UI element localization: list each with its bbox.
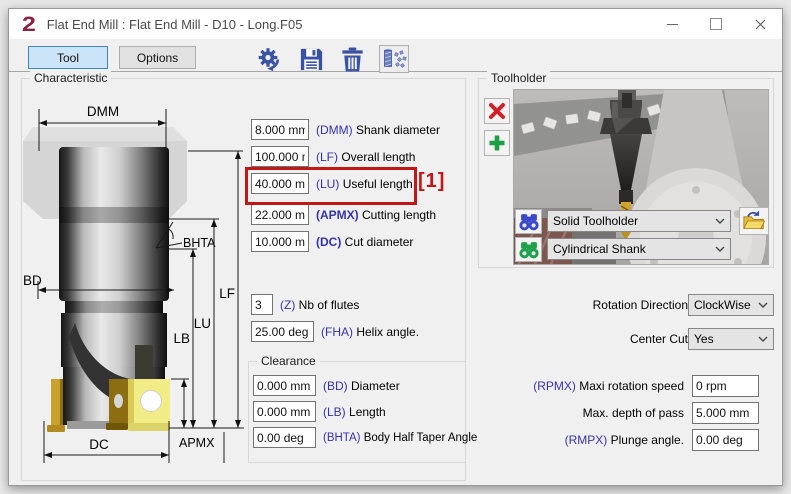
toolbar: Tool Options — [9, 39, 782, 72]
diagram-label-apmx: APMX — [179, 436, 215, 450]
close-button[interactable] — [738, 9, 782, 39]
window-title: Flat End Mill : Flat End Mill - D10 - Lo… — [47, 17, 303, 32]
max-depth-row: Max. depth of pass — [439, 402, 759, 424]
toolholder-type-select[interactable]: Solid Toolholder — [547, 210, 731, 232]
remove-toolholder-button[interactable] — [484, 98, 510, 124]
body-half-taper-input[interactable] — [253, 427, 316, 448]
field-label: (FHA) Helix angle. — [321, 325, 419, 339]
diagram-label-bhta: BHTA — [183, 236, 216, 250]
delete-tool-button[interactable] — [338, 45, 366, 73]
delete-x-icon — [488, 102, 506, 120]
tab-tool[interactable]: Tool — [28, 46, 108, 69]
maximize-icon — [710, 18, 722, 30]
diagram-label-dc: DC — [89, 437, 109, 452]
flutes-input[interactable] — [251, 294, 273, 315]
save-tool-button[interactable] — [297, 45, 325, 73]
max-rotation-input[interactable] — [692, 375, 759, 397]
tool-chips-icon — [381, 47, 407, 71]
field-row: (APMX) Cutting length — [251, 204, 436, 225]
diagram-label-dmm: DMM — [87, 104, 119, 119]
center-cut-value: Yes — [694, 332, 714, 346]
field-label: (Z) Nb of flutes — [280, 298, 359, 312]
center-cut-row: Center Cut — [439, 328, 688, 350]
useful-length-input[interactable] — [251, 173, 309, 194]
characteristic-legend: Characteristic — [30, 71, 111, 85]
annotation-1: [1] — [418, 170, 445, 193]
shank-type-select[interactable]: Cylindrical Shank — [547, 238, 731, 260]
rotation-direction-row: Rotation Direction — [439, 294, 688, 316]
plunge-angle-input[interactable] — [692, 429, 759, 451]
save-icon — [298, 46, 325, 73]
chevron-down-icon — [758, 302, 768, 308]
field-row: (DC) Cut diameter — [251, 231, 413, 252]
center-cut-label: Center Cut — [630, 332, 688, 346]
open-toolholder-file-button[interactable] — [739, 207, 769, 235]
cutting-length-input[interactable] — [251, 204, 309, 225]
window-controls — [650, 9, 782, 39]
shank-type-value: Cylindrical Shank — [553, 242, 646, 256]
binoculars-green-icon — [518, 240, 540, 260]
field-row: (BD) Diameter — [253, 375, 400, 396]
clearance-length-input[interactable] — [253, 401, 316, 422]
add-plus-icon — [488, 134, 506, 152]
diagram-label-bd: BD — [23, 273, 42, 288]
add-toolholder-button[interactable] — [484, 130, 510, 156]
minimize-button[interactable] — [650, 9, 694, 39]
field-row: (FHA) Helix angle. — [251, 321, 419, 342]
field-label: (LU) Useful length — [316, 177, 413, 191]
cut-diameter-input[interactable] — [251, 231, 309, 252]
chevron-down-icon — [715, 218, 725, 224]
gear-refresh-icon — [256, 45, 284, 73]
maximize-button[interactable] — [694, 9, 738, 39]
open-folder-icon — [742, 210, 766, 232]
field-row: (LB) Length — [253, 401, 386, 422]
search-toolholder-button[interactable] — [515, 209, 542, 234]
plunge-angle-row: (RMPX) Plunge angle. — [439, 429, 759, 451]
diagram-label-lb: LB — [173, 331, 190, 346]
max-depth-input[interactable] — [692, 402, 759, 424]
clearance-diameter-input[interactable] — [253, 375, 316, 396]
tool-diagram: DMM BD BHTA LF LU LB DC APMX — [23, 91, 247, 477]
binoculars-blue-icon — [518, 212, 540, 232]
chevron-down-icon — [758, 336, 768, 342]
field-label: (LF) Overall length — [316, 150, 415, 164]
field-label: (BD) Diameter — [323, 379, 400, 393]
minimize-icon — [667, 24, 678, 25]
diagram-label-lf: LF — [219, 286, 235, 301]
tool-simulation-button[interactable] — [379, 45, 409, 73]
overall-length-input[interactable] — [251, 146, 309, 167]
close-icon — [755, 19, 766, 30]
rotation-direction-select[interactable]: ClockWise — [688, 294, 774, 316]
title-bar: 2 Flat End Mill : Flat End Mill - D10 - … — [9, 9, 782, 39]
trash-icon — [339, 46, 366, 73]
max-rotation-row: (RPMX) Maxi rotation speed — [439, 375, 759, 397]
field-row: (LU) Useful length — [251, 173, 413, 194]
field-label: (APMX) Cutting length — [316, 208, 436, 222]
tab-options[interactable]: Options — [119, 46, 196, 69]
reload-tool-button[interactable] — [256, 45, 284, 73]
shank-diameter-input[interactable] — [251, 119, 309, 140]
toolholder-legend: Toolholder — [487, 71, 550, 85]
field-row: (Z) Nb of flutes — [251, 294, 359, 315]
app-logo-icon: 2 — [22, 14, 36, 35]
field-label: (LB) Length — [323, 405, 386, 419]
rotation-direction-value: ClockWise — [694, 298, 751, 312]
diagram-label-lu: LU — [194, 316, 211, 331]
plunge-angle-label: (RMPX) Plunge angle. — [565, 433, 684, 447]
search-shank-button[interactable] — [515, 237, 542, 262]
field-row: (LF) Overall length — [251, 146, 415, 167]
max-depth-label: Max. depth of pass — [583, 406, 684, 420]
rotation-direction-label: Rotation Direction — [593, 298, 688, 312]
center-cut-select[interactable]: Yes — [688, 328, 774, 350]
max-rotation-label: (RPMX) Maxi rotation speed — [533, 379, 684, 393]
helix-angle-input[interactable] — [251, 321, 314, 342]
clearance-legend: Clearance — [257, 354, 320, 368]
field-row: (DMM) Shank diameter — [251, 119, 440, 140]
chevron-down-icon — [715, 246, 725, 252]
field-label: (DC) Cut diameter — [316, 235, 413, 249]
desktop-background: 2 Flat End Mill : Flat End Mill - D10 - … — [0, 0, 791, 494]
field-label: (DMM) Shank diameter — [316, 123, 440, 137]
app-window: 2 Flat End Mill : Flat End Mill - D10 - … — [8, 8, 783, 486]
toolholder-type-value: Solid Toolholder — [553, 214, 638, 228]
